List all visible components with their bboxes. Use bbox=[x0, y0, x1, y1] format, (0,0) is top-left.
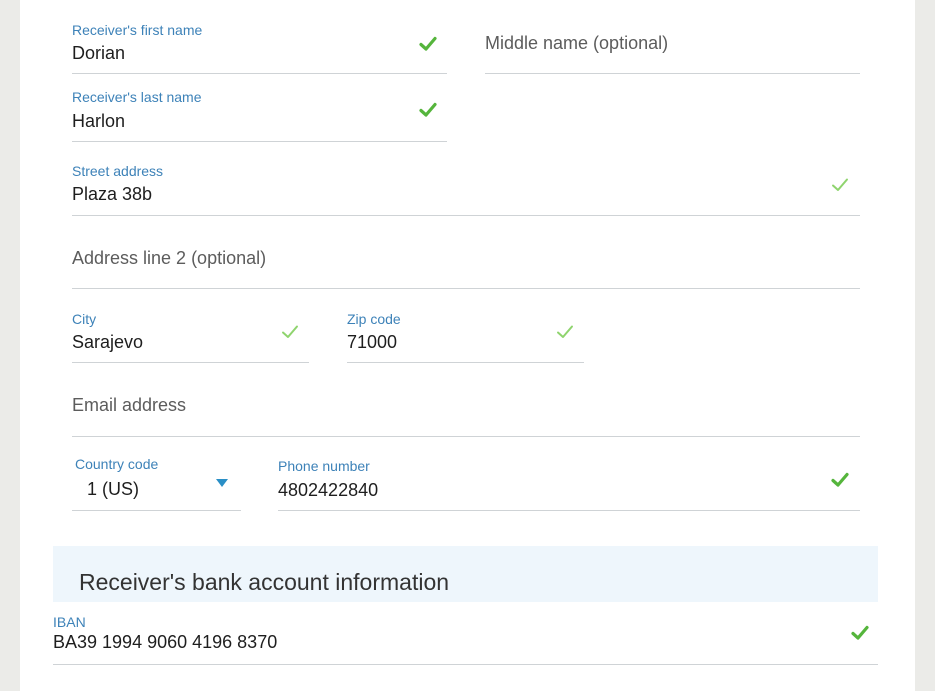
email-placeholder[interactable]: Email address bbox=[72, 395, 186, 416]
zip-code-field[interactable]: Zip code 71000 bbox=[347, 307, 584, 363]
phone-number-value[interactable]: 4802422840 bbox=[278, 480, 378, 501]
iban-label: IBAN bbox=[53, 614, 86, 630]
check-icon bbox=[830, 470, 850, 490]
last-name-field[interactable]: Receiver's last name Harlon bbox=[72, 86, 447, 142]
country-code-label: Country code bbox=[75, 456, 159, 472]
address-line-2-field[interactable]: Address line 2 (optional) bbox=[72, 233, 860, 289]
country-code-select[interactable]: Country code 1 (US) bbox=[72, 455, 241, 511]
middle-name-field[interactable]: Middle name (optional) bbox=[485, 18, 860, 74]
check-icon bbox=[418, 34, 438, 54]
phone-number-field[interactable]: Phone number 4802422840 bbox=[278, 455, 860, 511]
street-address-field[interactable]: Street address Plaza 38b bbox=[72, 160, 860, 216]
phone-number-label: Phone number bbox=[278, 458, 370, 474]
address-line-2-placeholder[interactable]: Address line 2 (optional) bbox=[72, 248, 266, 269]
last-name-value[interactable]: Harlon bbox=[72, 111, 125, 132]
check-icon bbox=[280, 322, 300, 342]
city-label: City bbox=[72, 311, 97, 327]
iban-field[interactable]: IBAN BA39 1994 9060 4196 8370 bbox=[53, 609, 878, 665]
city-field[interactable]: City Sarajevo bbox=[72, 307, 309, 363]
iban-value[interactable]: BA39 1994 9060 4196 8370 bbox=[53, 632, 277, 653]
first-name-field[interactable]: Receiver's first name Dorian bbox=[72, 18, 447, 74]
check-icon bbox=[555, 322, 575, 342]
check-icon bbox=[418, 100, 438, 120]
first-name-label: Receiver's first name bbox=[72, 22, 203, 38]
email-field[interactable]: Email address bbox=[72, 381, 860, 437]
country-code-value[interactable]: 1 (US) bbox=[87, 479, 139, 500]
first-name-value[interactable]: Dorian bbox=[72, 43, 125, 64]
city-value[interactable]: Sarajevo bbox=[72, 332, 143, 353]
bank-section-header: Receiver's bank account information bbox=[53, 546, 878, 602]
zip-code-label: Zip code bbox=[347, 311, 401, 327]
check-icon bbox=[850, 623, 870, 643]
street-address-label: Street address bbox=[72, 163, 164, 179]
check-icon bbox=[830, 175, 850, 195]
middle-name-placeholder[interactable]: Middle name (optional) bbox=[485, 33, 668, 54]
form-panel: Receiver's first name Dorian Middle name… bbox=[20, 0, 915, 691]
last-name-label: Receiver's last name bbox=[72, 89, 202, 105]
bank-section-title: Receiver's bank account information bbox=[79, 569, 450, 595]
street-address-value[interactable]: Plaza 38b bbox=[72, 184, 152, 205]
caret-down-icon[interactable] bbox=[216, 479, 228, 487]
zip-code-value[interactable]: 71000 bbox=[347, 332, 397, 353]
